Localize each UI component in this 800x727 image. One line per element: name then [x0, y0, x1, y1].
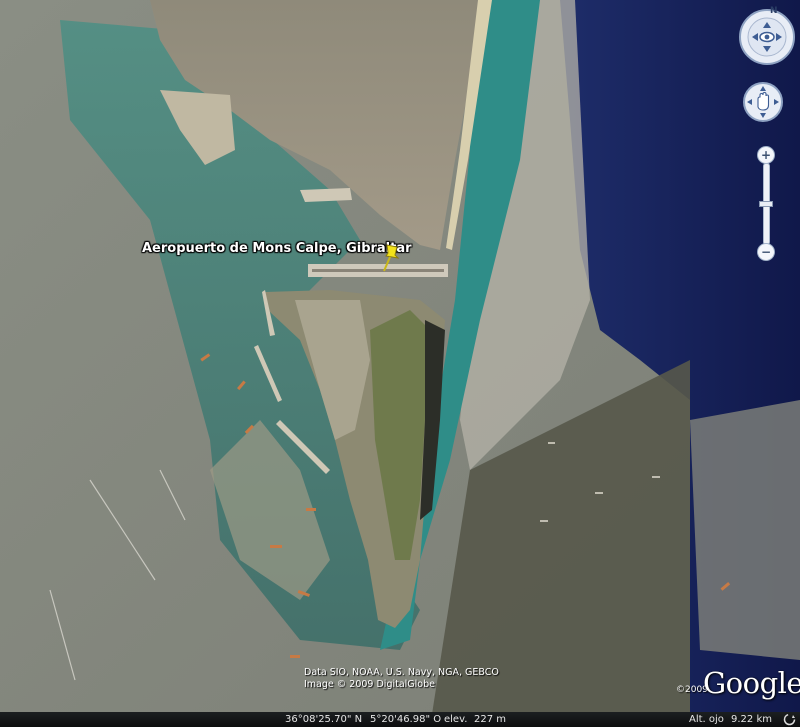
zoom-out-button[interactable]: −	[757, 243, 775, 261]
zoom-slider[interactable]: + −	[757, 146, 775, 262]
compass-look-icon[interactable]	[738, 8, 796, 66]
elevation-value: 227 m	[474, 714, 507, 725]
navigation-controls: N + −	[730, 0, 800, 270]
logo-word: Google	[703, 666, 800, 700]
latitude-readout: 36°08'25.70" N	[285, 714, 363, 725]
streaming-progress-icon	[783, 713, 796, 726]
zoom-thumb[interactable]	[759, 201, 773, 207]
eye-altitude-value: 9.22 km	[731, 714, 772, 725]
map-view[interactable]: Aeropuerto de Mons Calpe, Gibraltar N + …	[0, 0, 800, 727]
longitude-readout: 5°20'46.98" O	[370, 714, 442, 725]
data-credit: Data SIO, NOAA, U.S. Navy, NGA, GEBCO	[304, 667, 499, 678]
eye-altitude-label: Alt. ojo	[689, 714, 724, 725]
north-indicator[interactable]: N	[770, 6, 778, 16]
placemark-label[interactable]: Aeropuerto de Mons Calpe, Gibraltar	[142, 241, 412, 256]
hand-move-icon[interactable]	[742, 81, 784, 123]
image-credit: Image © 2009 DigitalGlobe	[304, 679, 435, 690]
status-bar: 36°08'25.70" N 5°20'46.98" O elev. 227 m…	[0, 712, 800, 727]
satellite-imagery[interactable]	[0, 0, 800, 727]
attribution: Data SIO, NOAA, U.S. Navy, NGA, GEBCO Im…	[304, 667, 499, 691]
zoom-in-button[interactable]: +	[757, 146, 775, 164]
elevation-label: elev.	[444, 714, 468, 725]
pushpin-icon[interactable]	[378, 243, 404, 273]
